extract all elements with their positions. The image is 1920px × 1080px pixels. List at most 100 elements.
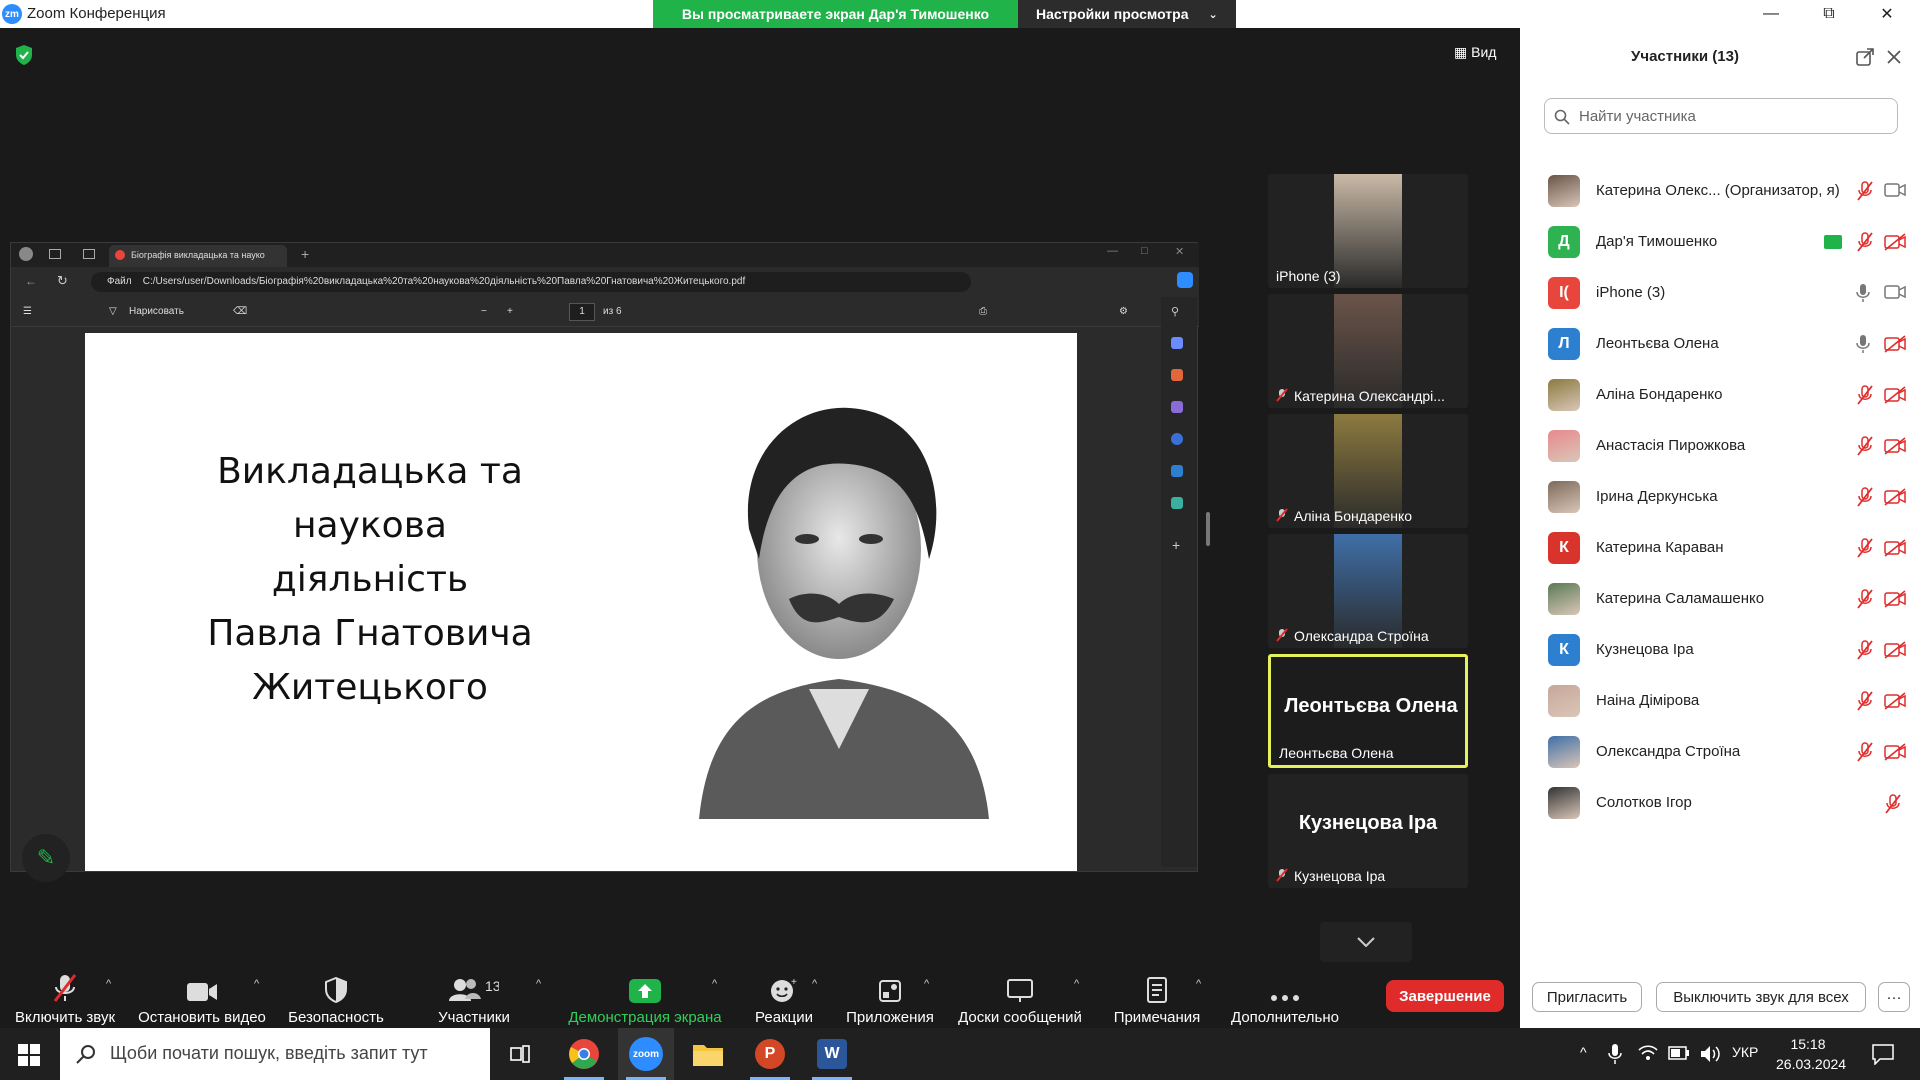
camera-on-icon[interactable]	[1884, 182, 1906, 203]
draw-tool-label[interactable]: Нарисовать	[129, 306, 184, 317]
send-icon[interactable]	[1171, 497, 1183, 509]
panel-more-button[interactable]: ···	[1878, 982, 1910, 1012]
video-thumbnail[interactable]: Леонтьєва Олена Леонтьєва Олена	[1268, 654, 1468, 768]
powerpoint-app-icon[interactable]: P	[742, 1028, 798, 1080]
stop-video-button[interactable]: Остановить видео	[136, 970, 268, 1026]
task-view-icon[interactable]	[492, 1028, 548, 1080]
video-thumbnail[interactable]: Кузнецова Іра Кузнецова Іра	[1268, 774, 1468, 888]
participants-button[interactable]: 13 Участники	[424, 970, 524, 1026]
chrome-app-icon[interactable]	[556, 1028, 612, 1080]
video-thumbnail[interactable]: Олександра Строїна	[1268, 534, 1468, 648]
more-button[interactable]: Дополнительно	[1224, 970, 1346, 1026]
file-explorer-icon[interactable]	[680, 1028, 736, 1080]
close-window-button[interactable]: ✕	[1864, 0, 1910, 28]
collections-icon[interactable]	[49, 249, 61, 259]
participant-row[interactable]: Катерина Саламашенко	[1520, 574, 1920, 625]
security-button[interactable]: Безопасность	[284, 970, 388, 1026]
tray-battery-icon[interactable]	[1668, 1046, 1690, 1060]
close-panel-icon[interactable]	[1886, 49, 1902, 65]
unmute-button[interactable]: Включить звук	[10, 970, 120, 1026]
browser-close-icon[interactable]: ✕	[1175, 245, 1184, 258]
print-icon[interactable]: ⎙	[979, 306, 987, 317]
video-options-caret-icon[interactable]: ^	[254, 978, 259, 990]
back-icon[interactable]: ←	[25, 274, 37, 288]
encryption-shield-icon[interactable]	[14, 44, 34, 66]
participant-row[interactable]: К Кузнецова Іра	[1520, 625, 1920, 676]
thumbnails-scroll-down-button[interactable]	[1320, 922, 1412, 962]
video-thumbnail[interactable]: iPhone (3)	[1268, 174, 1468, 288]
pdf-settings-icon[interactable]: ⚙	[1119, 306, 1128, 317]
participant-row[interactable]: Л Леонтьєва Олена	[1520, 319, 1920, 370]
audio-options-caret-icon[interactable]: ^	[106, 978, 111, 990]
video-thumbnail[interactable]: Аліна Бондаренко	[1268, 414, 1468, 528]
tray-wifi-icon[interactable]	[1638, 1044, 1658, 1062]
whiteboards-caret-icon[interactable]: ^	[1074, 978, 1079, 990]
mic-muted-icon[interactable]	[1856, 487, 1874, 512]
video-thumbnail[interactable]: Катерина Олександрі...	[1268, 294, 1468, 408]
participant-row[interactable]: Д Дар'я Тимошенко	[1520, 217, 1920, 268]
mic-muted-icon[interactable]	[1856, 640, 1874, 665]
annotate-pencil-icon[interactable]: ✎	[22, 834, 70, 882]
camera-off-icon[interactable]	[1884, 386, 1906, 409]
notes-button[interactable]: Примечания	[1104, 970, 1210, 1026]
search-sidebar-icon[interactable]: ⚲	[1171, 305, 1179, 318]
camera-off-icon[interactable]	[1884, 488, 1906, 511]
camera-off-icon[interactable]	[1884, 437, 1906, 460]
page-number-input[interactable]: 1	[569, 303, 595, 321]
url-field[interactable]: Файл C:/Users/user/Downloads/Біографія%2…	[91, 272, 971, 292]
windows-start-icon[interactable]	[18, 1044, 40, 1066]
participants-options-caret-icon[interactable]: ^	[536, 978, 541, 990]
camera-off-icon[interactable]	[1884, 539, 1906, 562]
draw-icon[interactable]: ▽	[109, 306, 117, 317]
share-options-caret-icon[interactable]: ^	[712, 978, 717, 990]
participant-row[interactable]: Наіна Дімірова	[1520, 676, 1920, 727]
invite-button[interactable]: Пригласить	[1532, 982, 1642, 1012]
participant-row[interactable]: Катерина Олекс... (Организатор, я)	[1520, 166, 1920, 217]
tools-icon[interactable]	[1171, 337, 1183, 349]
mic-muted-icon[interactable]	[1884, 794, 1902, 819]
pop-out-icon[interactable]	[1856, 48, 1874, 66]
mic-muted-icon[interactable]	[1856, 538, 1874, 563]
new-tab-icon[interactable]: +	[301, 246, 309, 262]
participant-row[interactable]: Солотков Ігор	[1520, 778, 1920, 829]
camera-off-icon[interactable]	[1884, 335, 1906, 358]
browser-tab[interactable]: Біографія викладацька та науко	[109, 245, 287, 267]
games-icon[interactable]	[1171, 401, 1183, 413]
whiteboards-button[interactable]: Доски сообщений	[954, 970, 1086, 1026]
view-button[interactable]: ▦ Вид	[1454, 44, 1496, 61]
shopping-icon[interactable]	[1171, 369, 1183, 381]
resize-handle[interactable]	[1206, 512, 1210, 546]
tab-actions-icon[interactable]	[83, 249, 95, 259]
camera-off-icon[interactable]	[1884, 692, 1906, 715]
participant-row[interactable]: Анастасія Пирожкова	[1520, 421, 1920, 472]
share-screen-button[interactable]: Демонстрация экрана	[560, 970, 730, 1026]
mic-muted-icon[interactable]	[1856, 691, 1874, 716]
outlook-icon[interactable]	[1171, 465, 1183, 477]
tray-clock[interactable]: 15:18 26.03.2024	[1776, 1034, 1846, 1074]
participant-row[interactable]: Ірина Деркунська	[1520, 472, 1920, 523]
add-sidebar-icon[interactable]: +	[1172, 537, 1180, 553]
mic-muted-icon[interactable]	[1856, 181, 1874, 206]
mic-muted-icon[interactable]	[1856, 385, 1874, 410]
view-settings-dropdown[interactable]: Настройки просмотра ⌄	[1018, 0, 1236, 28]
tray-overflow-icon[interactable]: ^	[1580, 1044, 1587, 1060]
notes-caret-icon[interactable]: ^	[1196, 978, 1201, 990]
participant-row[interactable]: К Катерина Караван	[1520, 523, 1920, 574]
mic-muted-icon[interactable]	[1856, 589, 1874, 614]
camera-off-icon[interactable]	[1884, 233, 1906, 256]
participant-row[interactable]: Олександра Строїна	[1520, 727, 1920, 778]
participant-row[interactable]: Аліна Бондаренко	[1520, 370, 1920, 421]
apps-caret-icon[interactable]: ^	[924, 978, 929, 990]
browser-minimize-icon[interactable]: —	[1107, 245, 1118, 257]
minimize-button[interactable]: —	[1748, 0, 1794, 28]
notifications-icon[interactable]	[1872, 1043, 1894, 1065]
browser-restore-icon[interactable]: □	[1141, 245, 1148, 257]
camera-off-icon[interactable]	[1884, 743, 1906, 766]
participant-row[interactable]: I(iPhone (3)	[1520, 268, 1920, 319]
mic-on-icon[interactable]	[1856, 283, 1870, 308]
eraser-icon[interactable]: ⌫	[233, 306, 247, 317]
reactions-caret-icon[interactable]: ^	[812, 978, 817, 990]
taskbar-search-input[interactable]: Щоби почати пошук, введіть запит тут	[60, 1028, 490, 1080]
zoom-out-icon[interactable]: −	[481, 306, 487, 317]
camera-off-icon[interactable]	[1884, 641, 1906, 664]
